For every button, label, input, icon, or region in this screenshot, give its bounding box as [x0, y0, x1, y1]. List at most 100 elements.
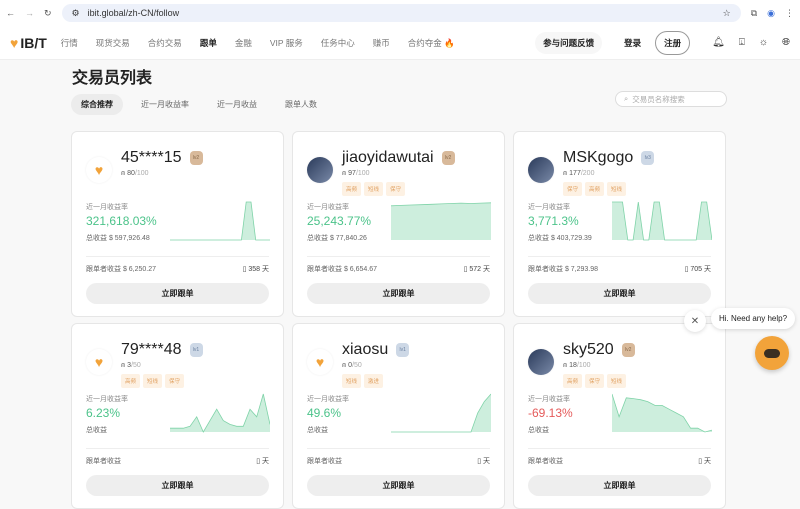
trader-avatar[interactable]: [307, 157, 333, 183]
total-label: 总收益: [307, 427, 328, 434]
roi-label: 近一月收益率: [86, 204, 128, 211]
trader-name[interactable]: 79****48: [121, 341, 182, 359]
followers: 18: [569, 362, 577, 369]
extensions-icon[interactable]: ⧉: [751, 8, 757, 19]
days-value: 358: [248, 266, 261, 273]
trader-card[interactable]: sky520 lv2 ⍝ 18/100 高频 保守 短线 近一月收益率 -69.13%…: [513, 323, 726, 509]
roi-sparkline: [391, 202, 491, 240]
follower-count: ⍝ 0/50: [342, 362, 362, 370]
total-profit: 总收益: [307, 425, 328, 435]
nav-item[interactable]: 合约交易: [148, 37, 182, 49]
follow-button[interactable]: 立即跟单: [86, 283, 269, 304]
browser-toolbar: ← → ↻ ⚙ ibit.global/zh-CN/follow ☆ ⧉ ◉ ⋮: [0, 0, 800, 26]
back-icon[interactable]: ←: [6, 8, 15, 18]
total-profit: 总收益: [528, 425, 549, 435]
nav-item[interactable]: 行情: [61, 37, 78, 49]
nav-item[interactable]: 合约夺金 🔥: [408, 37, 455, 49]
close-chat-icon[interactable]: ✕: [684, 310, 706, 332]
trader-card[interactable]: ♥ 45****15 lv2 ⍝ 80/100 近一月收益率 321,618.03…: [71, 131, 284, 317]
logo[interactable]: ♥ IB/T: [10, 35, 47, 51]
trader-avatar[interactable]: ♥: [86, 157, 112, 183]
total-value: $ 77,840.26: [329, 235, 367, 242]
feedback-button[interactable]: 参与问题反馈: [535, 31, 603, 54]
trader-tag: 高频: [342, 182, 362, 196]
sparkline-line: [170, 201, 270, 241]
site-info-icon[interactable]: ⚙: [72, 8, 80, 19]
follow-button[interactable]: 立即跟单: [307, 283, 490, 304]
follower-count: ⍝ 177/200: [563, 170, 594, 178]
sort-tab[interactable]: 跟单人数: [275, 94, 327, 115]
total-label: 总收益: [86, 235, 107, 242]
trader-tag: 激进: [364, 374, 384, 388]
level-badge-icon: lv1: [189, 343, 203, 357]
follower-count: ⍝ 97/100: [342, 170, 370, 178]
nav-item[interactable]: 跟单: [200, 37, 217, 49]
login-button[interactable]: 登录: [616, 32, 649, 54]
sparkline-area: [170, 394, 270, 432]
globe-icon[interactable]: 🌐︎: [782, 37, 790, 48]
profile-icon[interactable]: ◉: [767, 8, 775, 19]
chat-button[interactable]: [755, 336, 789, 370]
max-followers: /100: [355, 170, 370, 177]
trader-card[interactable]: ♥ xiaosu lv1 ⍝ 0/50 短线 激进 近一月收益率 49.6% 总收益…: [292, 323, 505, 509]
follower-profit-label: 跟单者收益: [307, 266, 342, 273]
level-badge-icon: lv1: [396, 343, 410, 357]
trader-tag: 保守: [165, 374, 185, 388]
chat-greeting[interactable]: Hi. Need any help?: [711, 308, 796, 329]
download-icon[interactable]: ⍗: [739, 37, 745, 48]
roi-label: 近一月收益率: [86, 396, 128, 403]
roi-sparkline: [170, 393, 270, 433]
sort-tab[interactable]: 综合推荐: [71, 94, 123, 115]
sort-tab[interactable]: 近一月收益: [207, 94, 267, 115]
roi-label: 近一月收益率: [528, 396, 570, 403]
trader-tag: 保守: [386, 182, 406, 196]
nav-item[interactable]: 任务中心: [321, 37, 355, 49]
sort-tab[interactable]: 近一月收益率: [131, 94, 199, 115]
reload-icon[interactable]: ↻: [44, 8, 52, 19]
total-value: $ 403,729.39: [550, 235, 592, 242]
max-followers: /100: [576, 362, 591, 369]
forward-icon[interactable]: →: [25, 8, 34, 18]
follow-button[interactable]: 立即跟单: [528, 283, 711, 304]
trader-avatar[interactable]: [528, 157, 554, 183]
trader-name[interactable]: xiaosu: [342, 341, 388, 359]
roi-label: 近一月收益率: [307, 396, 349, 403]
follow-button[interactable]: 立即跟单: [307, 475, 490, 496]
trader-name[interactable]: jiaoyidawutai: [342, 149, 434, 167]
followers: 177: [569, 170, 581, 177]
address-bar[interactable]: ⚙ ibit.global/zh-CN/follow ☆: [61, 4, 741, 22]
days-unit: 天: [704, 458, 711, 465]
nav-item[interactable]: 金融: [235, 37, 252, 49]
register-button[interactable]: 注册: [655, 30, 691, 55]
roi-sparkline: [612, 393, 712, 433]
trader-tag: 高频: [585, 182, 605, 196]
trader-name[interactable]: 45****15: [121, 149, 182, 167]
trader-tag: 短线: [607, 182, 627, 196]
trader-avatar[interactable]: ♥: [86, 349, 112, 375]
trader-avatar[interactable]: [528, 349, 554, 375]
trader-name[interactable]: MSKgogo: [563, 149, 633, 167]
trader-card[interactable]: jiaoyidawutai lv2 ⍝ 97/100 高频 短线 保守 近一月收益率 …: [292, 131, 505, 317]
trader-card[interactable]: MSKgogo lv3 ⍝ 177/200 保守 高频 短线 近一月收益率 3,771…: [513, 131, 726, 317]
menu-icon[interactable]: ⋮: [785, 8, 794, 19]
follower-profit-label: 跟单者收益: [528, 266, 563, 273]
follower-profit-label: 跟单者收益: [307, 458, 342, 465]
trader-avatar[interactable]: ♥: [307, 349, 333, 375]
nav-item[interactable]: 现货交易: [96, 37, 130, 49]
days-value: 705: [690, 266, 703, 273]
max-followers: /50: [352, 362, 362, 369]
trader-card[interactable]: ♥ 79****48 lv1 ⍝ 3/50 高频 短线 保守 近一月收益率 6.23%…: [71, 323, 284, 509]
logo-text: IB/T: [20, 34, 47, 51]
trader-name[interactable]: sky520: [563, 341, 614, 359]
follow-button[interactable]: 立即跟单: [528, 475, 711, 496]
follow-button[interactable]: 立即跟单: [86, 475, 269, 496]
total-label: 总收益: [307, 235, 328, 242]
bell-icon[interactable]: 🔔︎: [712, 37, 725, 48]
nav-item[interactable]: VIP 服务: [270, 37, 303, 49]
trader-search-input[interactable]: ⌕ 交易员名称搜索: [615, 91, 727, 107]
bookmark-star-icon[interactable]: ☆: [723, 8, 731, 19]
total-label: 总收益: [528, 427, 549, 434]
nav-item[interactable]: 赚币: [373, 37, 390, 49]
trading-days: ▯ 358 天: [243, 264, 269, 274]
theme-sun-icon[interactable]: ☼: [759, 37, 768, 48]
